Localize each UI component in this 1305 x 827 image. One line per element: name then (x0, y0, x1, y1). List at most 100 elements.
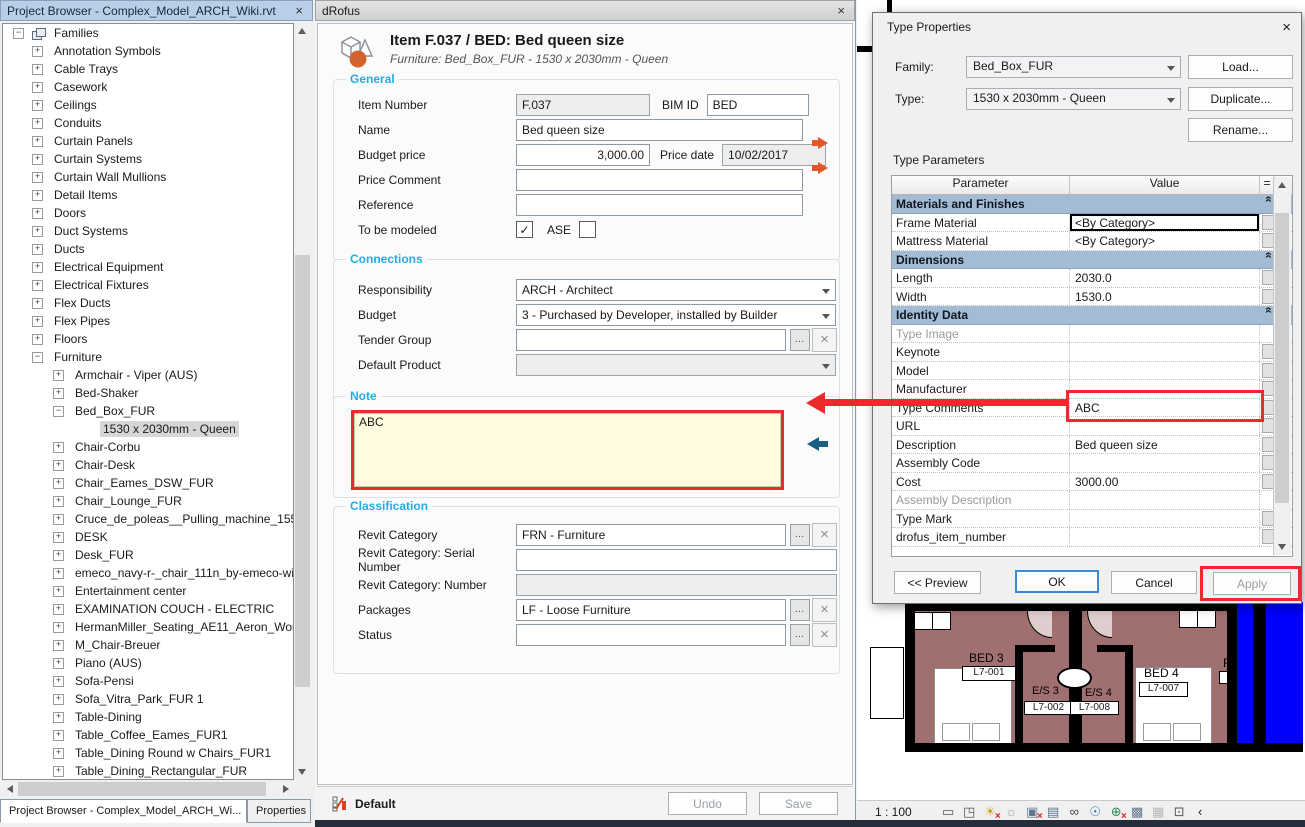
tender-group-field[interactable] (516, 329, 786, 351)
reference-field[interactable] (516, 194, 803, 216)
tree-item[interactable]: + Table_Coffee_Eames_FUR1 (3, 726, 293, 744)
scroll-left-icon[interactable] (7, 785, 13, 793)
parameter-value[interactable] (1070, 325, 1260, 343)
tree-item[interactable]: + Sofa-Pensi (3, 672, 293, 690)
budget-price-field[interactable]: 3,000.00 (516, 144, 650, 166)
expand-collapse-icon[interactable]: + (53, 586, 64, 597)
parameter-row[interactable]: drofus_item_number (892, 528, 1292, 547)
tree-item[interactable]: + Annotation Symbols (3, 42, 293, 60)
parameter-row[interactable]: URL (892, 417, 1292, 436)
expand-collapse-icon[interactable]: + (53, 442, 64, 453)
tree-horizontal-scrollbar[interactable] (2, 781, 294, 797)
expand-collapse-icon[interactable]: + (32, 172, 43, 183)
parameter-row[interactable]: Model (892, 362, 1292, 381)
revit-category-clear-button[interactable]: × (812, 523, 837, 547)
expand-collapse-icon[interactable]: + (32, 226, 43, 237)
rename-button[interactable]: Rename... (1188, 118, 1293, 142)
expand-collapse-icon[interactable]: + (32, 334, 43, 345)
expand-collapse-icon[interactable]: + (32, 64, 43, 75)
tree-item[interactable]: + Ducts (3, 240, 293, 258)
expand-collapse-icon[interactable]: + (53, 658, 64, 669)
scroll-right-icon[interactable] (283, 785, 289, 793)
cancel-button[interactable]: Cancel (1111, 571, 1197, 594)
table-scrollbar[interactable] (1273, 177, 1291, 555)
tree-item[interactable]: + Curtain Wall Mullions (3, 168, 293, 186)
packages-field[interactable]: LF - Loose Furniture (516, 599, 786, 621)
parameter-value[interactable] (1070, 380, 1260, 398)
tree-item[interactable]: − Furniture (3, 348, 293, 366)
save-button[interactable]: Save (759, 792, 838, 815)
status-clear-button[interactable]: × (812, 623, 837, 647)
expand-collapse-icon[interactable]: + (32, 298, 43, 309)
expand-collapse-icon[interactable]: − (53, 406, 64, 417)
parameter-row[interactable]: Cost 3000.00 (892, 473, 1292, 492)
default-product-dropdown[interactable] (516, 354, 836, 376)
expand-collapse-icon[interactable]: + (53, 478, 64, 489)
tree-item[interactable]: + Entertainment center (3, 582, 293, 600)
expand-collapse-icon[interactable]: + (53, 622, 64, 633)
parameter-value[interactable] (1070, 343, 1260, 361)
expand-collapse-icon[interactable]: + (53, 712, 64, 723)
expand-collapse-icon[interactable]: + (32, 154, 43, 165)
parameter-value[interactable]: 1530.0 (1070, 288, 1260, 306)
floor-plan[interactable]: BED 3 L7-001 E/S 3 E/S 4 L7-002 L7-008 B… (857, 595, 1305, 760)
tree-item[interactable]: + Cruce_de_poleas__Pulling_machine_1550( (3, 510, 293, 528)
expand-collapse-icon[interactable]: + (53, 550, 64, 561)
detail-level-icon[interactable]: ▭ (940, 804, 957, 820)
temporary-hide-icon[interactable]: ∞ (1066, 804, 1083, 819)
tree-item[interactable]: + Conduits (3, 114, 293, 132)
load-button[interactable]: Load... (1188, 55, 1293, 79)
name-field[interactable]: Bed queen size (516, 119, 803, 141)
tree-item[interactable]: + Curtain Panels (3, 132, 293, 150)
scroll-up-icon[interactable] (298, 28, 306, 34)
parameter-value[interactable] (1070, 491, 1260, 509)
parameter-row[interactable]: Materials and Finishes « (892, 195, 1292, 214)
tree-item[interactable]: + Detail Items (3, 186, 293, 204)
expand-collapse-icon[interactable]: + (32, 316, 43, 327)
parameter-row[interactable]: Frame Material <By Category> (892, 214, 1292, 233)
revit-category-browse-button[interactable]: … (790, 524, 810, 546)
drofus-titlebar[interactable]: dRofus × (315, 0, 855, 21)
expand-collapse-icon[interactable]: + (53, 460, 64, 471)
expand-collapse-icon[interactable]: − (32, 352, 43, 363)
status-field[interactable] (516, 624, 786, 646)
tree-item[interactable]: + Electrical Equipment (3, 258, 293, 276)
parameter-value[interactable]: 3000.00 (1070, 473, 1260, 491)
expand-collapse-icon[interactable]: + (32, 46, 43, 57)
undo-button[interactable]: Undo (668, 792, 747, 815)
tree-item[interactable]: + Ceilings (3, 96, 293, 114)
tree-item[interactable]: + Flex Ducts (3, 294, 293, 312)
shadows-icon[interactable]: ☼ (1003, 804, 1020, 819)
tender-group-clear-button[interactable]: × (812, 328, 837, 352)
expand-collapse-icon[interactable]: + (32, 244, 43, 255)
preview-button[interactable]: << Preview (894, 571, 981, 594)
parameter-row[interactable]: Length 2030.0 (892, 269, 1292, 288)
tab-project-browser[interactable]: Project Browser - Complex_Model_ARCH_Wi.… (0, 799, 247, 823)
expand-collapse-icon[interactable]: + (53, 514, 64, 525)
scroll-up-icon[interactable] (1278, 182, 1286, 188)
project-browser-titlebar[interactable]: Project Browser - Complex_Model_ARCH_Wik… (0, 0, 313, 21)
serial-number-field[interactable] (516, 549, 837, 571)
parameter-row[interactable]: Description Bed queen size (892, 436, 1292, 455)
parameter-row[interactable]: Assembly Description (892, 491, 1292, 510)
parameter-row[interactable]: Type Mark (892, 510, 1292, 529)
parameter-row[interactable]: Type Image (892, 325, 1292, 344)
tree-item[interactable]: + Piano (AUS) (3, 654, 293, 672)
expand-collapse-icon[interactable]: + (53, 496, 64, 507)
family-dropdown[interactable]: Bed_Box_FUR (966, 56, 1181, 78)
expand-collapse-icon[interactable]: + (53, 748, 64, 759)
expand-collapse-icon[interactable]: + (53, 676, 64, 687)
parameter-row[interactable]: Keynote (892, 343, 1292, 362)
expand-collapse-icon[interactable]: + (32, 190, 43, 201)
tender-group-browse-button[interactable]: … (790, 329, 810, 351)
parameter-value[interactable]: 2030.0 (1070, 269, 1260, 287)
type-dropdown[interactable]: 1530 x 2030mm - Queen (966, 88, 1181, 110)
parameter-value[interactable] (1070, 362, 1260, 380)
crop-view-icon[interactable]: ▣× (1024, 804, 1041, 820)
show-crop-icon[interactable]: ▤ (1045, 804, 1062, 820)
tree-item[interactable]: + HermanMiller_Seating_AE11_Aeron_Work( (3, 618, 293, 636)
tree-item[interactable]: + Chair-Corbu (3, 438, 293, 456)
parameter-value[interactable] (1070, 528, 1260, 546)
lock-view-icon[interactable]: ⊡ (1171, 804, 1188, 820)
parameter-row[interactable]: Identity Data « (892, 306, 1292, 325)
